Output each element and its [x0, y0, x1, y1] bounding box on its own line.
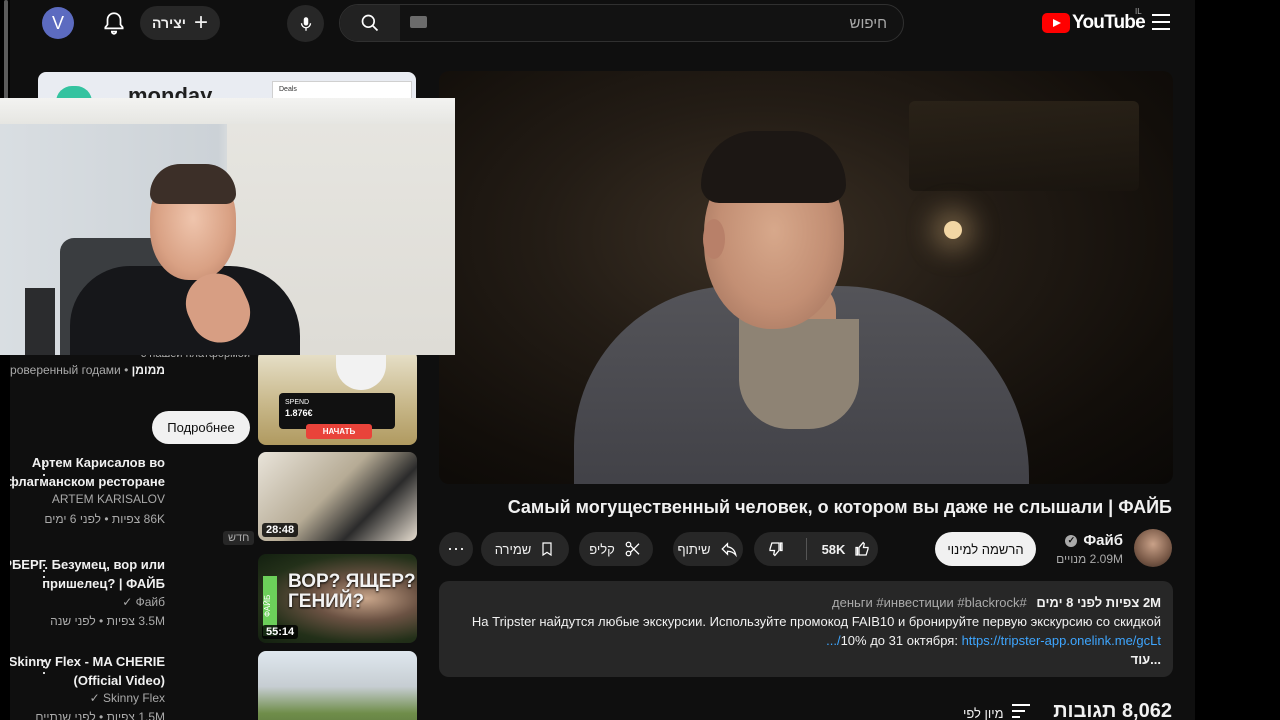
verified-check-icon: ✓	[1065, 534, 1078, 547]
right-blank-area	[1195, 0, 1280, 720]
channel-avatar[interactable]	[1134, 529, 1172, 567]
ad-thumbnail[interactable]: SPEND 1.876€ НАЧАТЬ	[258, 350, 417, 445]
rec-stats: 1.5M צפיות • לפני שנתיים	[35, 710, 165, 720]
thumb-overlay-text: ВОР? ЯЩЕР? ГЕНИЙ?	[288, 571, 416, 612]
speaker-ear	[703, 219, 725, 259]
hashtags[interactable]: #деньги #инвестиции #blackrock	[832, 595, 1027, 610]
voice-search-mic-icon[interactable]	[287, 5, 324, 42]
rec-channel[interactable]: Файб ✓	[122, 595, 165, 609]
save-label: שמירה	[494, 541, 532, 557]
youtube-logo[interactable]: YouTube IL	[1042, 7, 1146, 35]
rec-title[interactable]: Skinny Flex - MA CHERIE (Official Video)	[0, 652, 165, 690]
search-button[interactable]	[340, 5, 400, 41]
thumbs-down-icon	[769, 542, 783, 557]
video-title: Самый могущественный человек, о котором …	[507, 497, 1172, 517]
rec-channel[interactable]: ARTEM KARISALOV	[52, 492, 165, 506]
rec-channel-name[interactable]: Skinny Flex	[103, 691, 165, 705]
scissors-icon	[625, 541, 640, 557]
hamburger-menu-icon[interactable]	[1152, 14, 1170, 35]
sort-label: מיון לפי	[963, 705, 1004, 720]
sort-icon	[1011, 704, 1030, 720]
views-and-date: 2M צפיות לפני 8 ימים	[1036, 595, 1161, 610]
rec-thumbnail[interactable]	[258, 651, 417, 720]
ad-sponsor-line: ממומן • Опыт, проверенный годами	[0, 363, 165, 377]
player-background-shelf	[909, 101, 1139, 191]
search-placeholder[interactable]: חיפוש	[850, 15, 887, 32]
subscribe-button[interactable]: הרשמה למינוי	[935, 532, 1036, 566]
search-box[interactable]: חיפוש	[339, 4, 904, 42]
save-button[interactable]: שמירה	[481, 532, 569, 566]
share-arrow-icon	[720, 542, 737, 558]
thumbs-up-icon	[855, 541, 870, 556]
comments-count: 8,062 תגובות	[1053, 700, 1172, 720]
rec-channel[interactable]: Skinny Flex ✓	[90, 691, 165, 705]
avatar-letter: V	[51, 12, 64, 33]
account-avatar[interactable]: V	[42, 7, 74, 39]
like-button[interactable]: 58K	[815, 532, 878, 566]
like-dislike-group: 58K	[754, 532, 878, 566]
clip-label: קליפ	[589, 541, 615, 557]
webcam-overlay	[0, 98, 455, 355]
ad-sponsored-label: ממומן	[131, 363, 165, 377]
logo-text: YouTube	[1072, 12, 1146, 33]
description-more[interactable]: ...עוד	[451, 650, 1161, 669]
video-duration: 55:14	[262, 625, 299, 639]
channel-name-text[interactable]: Файб	[1083, 532, 1123, 549]
speaker-collar	[739, 319, 859, 429]
create-button[interactable]: יצירה +	[140, 6, 220, 40]
ad-spend-label: SPEND	[285, 399, 310, 406]
ad-cta-label: НАЧАТЬ	[306, 424, 372, 439]
search-icon	[361, 14, 379, 32]
video-description[interactable]: 2M צפיות לפני 8 ימים #деньги #инвестиции…	[439, 581, 1173, 677]
new-badge: חדש	[223, 531, 255, 545]
rec-title[interactable]: Артем Карисалов во флагманском ресторане…	[0, 453, 165, 491]
scrollbar-thumb[interactable]	[4, 0, 8, 100]
notifications-bell-icon[interactable]	[101, 9, 127, 37]
player-background-lamp	[944, 221, 962, 239]
dislike-button[interactable]	[754, 532, 798, 566]
rec-thumbnail[interactable]: ФАЙБ ВОР? ЯЩЕР? ГЕНИЙ? 55:14	[258, 554, 417, 643]
ad-spend-value: 1.876€	[285, 408, 313, 418]
rec-title[interactable]: ЦУКЕРБЕРГ. Безумец, вор или пришелец? | …	[0, 555, 165, 593]
rec-channel-name[interactable]: Файб	[136, 595, 165, 609]
region-code: IL	[1135, 7, 1142, 16]
ad-tagline: Опыт, проверенный годами	[0, 363, 121, 377]
channel-name[interactable]: ✓ Файб	[1065, 532, 1123, 549]
rec-more-icon[interactable]: · · ·	[40, 651, 48, 681]
keyboard-icon[interactable]	[410, 16, 427, 28]
plus-icon: +	[194, 9, 209, 36]
speaker-hair	[701, 131, 846, 203]
description-body: На Tripster найдутся любые экскурсии. Ис…	[451, 612, 1161, 650]
like-count: 58K	[821, 541, 846, 557]
like-divider	[806, 538, 807, 560]
rec-more-icon[interactable]: · · ·	[40, 453, 48, 483]
description-meta-line: 2M צפיות לפני 8 ימים #деньги #инвестиции…	[451, 593, 1161, 612]
rec-more-icon[interactable]: · · ·	[40, 555, 48, 585]
share-label: שיתוף	[677, 541, 711, 557]
clip-button[interactable]: קליפ	[579, 532, 653, 566]
verified-check-icon: ✓	[122, 595, 133, 609]
bookmark-icon	[542, 542, 552, 557]
webcam-ceiling	[0, 98, 455, 124]
sort-comments-button[interactable]: מיון לפי	[963, 704, 1030, 720]
ad-thumb-person	[336, 350, 386, 390]
more-actions-button[interactable]: ⋯	[439, 532, 473, 566]
subscriber-count: 2.09M מנויים	[1056, 552, 1123, 566]
rec-stats: 86K צפיות • לפני 6 ימים	[44, 512, 165, 526]
create-label: יצירה	[151, 15, 187, 31]
share-button[interactable]: שיתוף	[673, 532, 743, 566]
webcam-shelf	[25, 288, 55, 355]
rec-thumbnail[interactable]: 28:48	[258, 452, 417, 541]
video-duration: 28:48	[262, 523, 299, 537]
verified-check-icon: ✓	[89, 691, 100, 705]
youtube-play-icon	[1042, 13, 1070, 33]
ad-more-button[interactable]: Подробнее	[152, 411, 250, 444]
webcam-person-hair	[150, 164, 236, 204]
video-player[interactable]	[439, 71, 1173, 484]
rec-stats: 3.5M צפיות • לפני שנה	[50, 614, 165, 628]
